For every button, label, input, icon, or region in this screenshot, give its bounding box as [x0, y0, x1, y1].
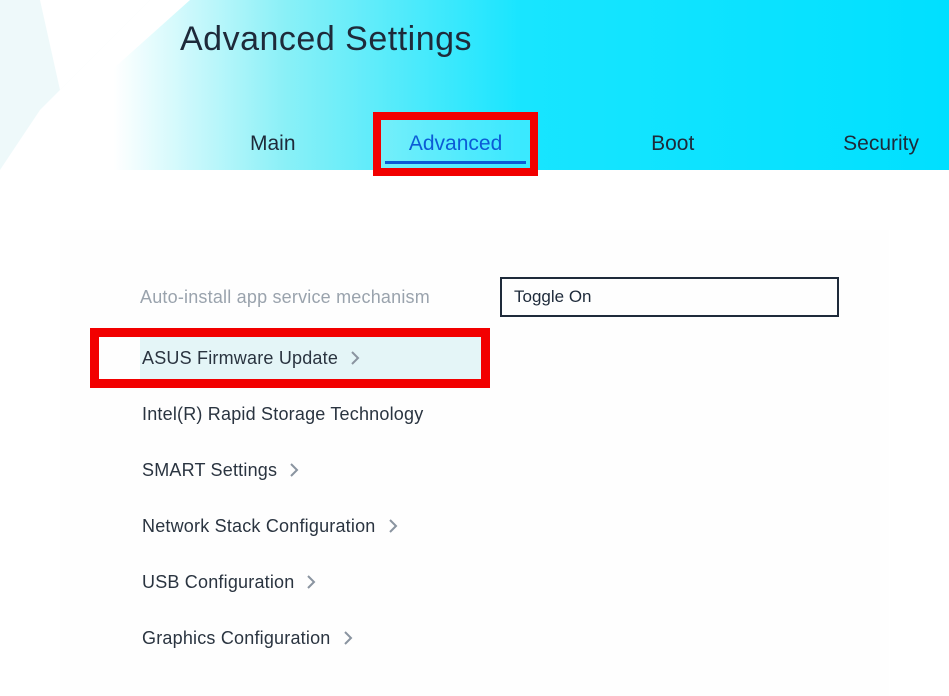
chevron-right-icon	[306, 574, 316, 590]
menu-item-firmware-wrapper: ASUS Firmware Update	[90, 330, 490, 386]
content: Auto-install app service mechanism Toggl…	[0, 170, 949, 696]
menu-item-label: Network Stack Configuration	[142, 516, 376, 537]
menu-item-label: USB Configuration	[142, 572, 294, 593]
tab-main[interactable]: Main	[220, 118, 326, 170]
menu-item-graphics-config[interactable]: Graphics Configuration	[140, 610, 839, 666]
chevron-right-icon	[289, 462, 299, 478]
menu-item-label: Intel(R) Rapid Storage Technology	[142, 404, 423, 425]
menu-item-network-stack[interactable]: Network Stack Configuration	[140, 498, 839, 554]
menu-item-asus-firmware-update[interactable]: ASUS Firmware Update	[140, 330, 490, 386]
menu-item-label: SMART Settings	[142, 460, 277, 481]
chevron-right-icon	[350, 350, 360, 366]
header-decor	[0, 0, 190, 170]
chevron-right-icon	[343, 630, 353, 646]
tab-advanced[interactable]: Advanced	[379, 118, 532, 170]
tabs: Main Advanced Boot Security	[200, 100, 949, 170]
header: Advanced Settings Main Advanced Boot Sec…	[0, 0, 949, 170]
setting-auto-install: Auto-install app service mechanism Toggl…	[140, 280, 839, 314]
menu-item-label: ASUS Firmware Update	[142, 348, 338, 369]
chevron-right-icon	[388, 518, 398, 534]
setting-auto-install-label: Auto-install app service mechanism	[140, 287, 500, 308]
menu-list: ASUS Firmware Update Intel(R) Rapid Stor…	[140, 330, 839, 666]
menu-item-intel-rst[interactable]: Intel(R) Rapid Storage Technology	[140, 386, 839, 442]
menu-item-usb-config[interactable]: USB Configuration	[140, 554, 839, 610]
tab-boot[interactable]: Boot	[621, 118, 724, 170]
settings-card: Auto-install app service mechanism Toggl…	[60, 230, 889, 696]
tab-security[interactable]: Security	[813, 118, 949, 170]
tab-advanced-wrapper: Advanced	[379, 118, 532, 170]
setting-auto-install-value[interactable]: Toggle On	[500, 277, 839, 317]
page-title: Advanced Settings	[180, 20, 472, 59]
menu-item-smart-settings[interactable]: SMART Settings	[140, 442, 839, 498]
menu-item-label: Graphics Configuration	[142, 628, 331, 649]
